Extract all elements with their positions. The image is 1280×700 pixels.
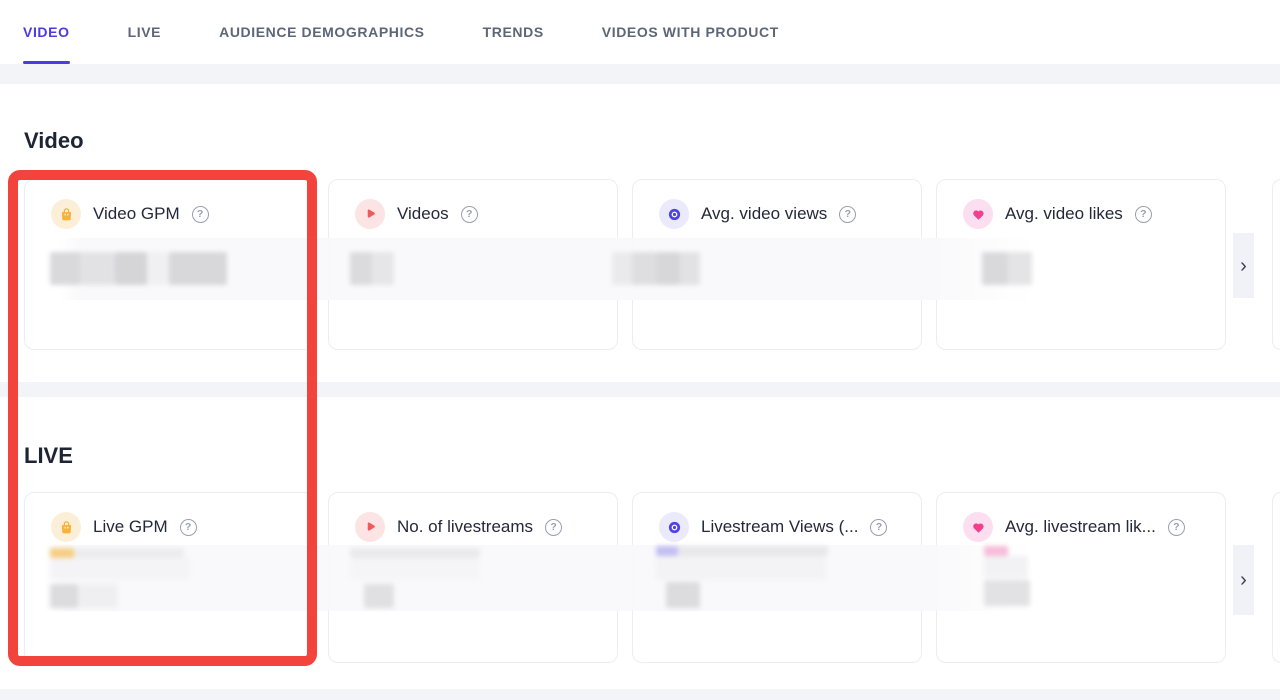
metric-card-live-gpm: Live GPM ? [24,492,314,663]
panel-divider [0,64,1280,84]
carousel-next-button[interactable]: › [1233,545,1254,615]
help-icon[interactable]: ? [180,519,197,536]
card-title: No. of livestreams [397,517,533,537]
views-icon [659,199,689,229]
carousel-next-button[interactable]: › [1233,233,1254,298]
play-icon [355,199,385,229]
shopping-bag-icon [51,199,81,229]
metric-card-avg-video-likes: Avg. video likes ? [936,179,1226,350]
tab-live[interactable]: LIVE [128,0,162,64]
tab-videos-with-product[interactable]: VIDEOS WITH PRODUCT [602,0,779,64]
heart-icon [963,512,993,542]
chevron-right-icon: › [1240,570,1247,590]
live-section: LIVE Live GPM ? [0,397,1280,689]
help-icon[interactable]: ? [870,519,887,536]
help-icon[interactable]: ? [545,519,562,536]
tab-trends[interactable]: TRENDS [483,0,544,64]
metric-card-avg-video-views: Avg. video views ? [632,179,922,350]
video-section: Video Video GPM ? [0,84,1280,382]
video-cards-row: Video GPM ? Videos ? [0,179,1280,350]
help-icon[interactable]: ? [461,206,478,223]
metric-card-videos: Videos ? [328,179,618,350]
help-icon[interactable]: ? [839,206,856,223]
help-icon[interactable]: ? [1135,206,1152,223]
views-icon [659,512,689,542]
tab-video[interactable]: VIDEO [23,0,70,64]
play-icon [355,512,385,542]
tab-audience-demographics[interactable]: AUDIENCE DEMOGRAPHICS [219,0,425,64]
metric-card-avg-livestream-likes: Avg. livestream lik... ? [936,492,1226,663]
card-title: Video GPM [93,204,180,224]
metric-card-video-gpm: Video GPM ? [24,179,314,350]
panel-divider [0,382,1280,397]
card-title: Avg. livestream lik... [1005,517,1156,537]
shopping-bag-icon [51,512,81,542]
chevron-right-icon: › [1240,256,1247,276]
help-icon[interactable]: ? [1168,519,1185,536]
card-title: Avg. video views [701,204,827,224]
tab-bar: VIDEO LIVE AUDIENCE DEMOGRAPHICS TRENDS … [0,0,1280,64]
heart-icon [963,199,993,229]
live-cards-row: Live GPM ? No. of livestreams ? [0,492,1280,663]
metric-card-no-of-livestreams: No. of livestreams ? [328,492,618,663]
video-section-heading: Video [24,84,1280,154]
card-title: Livestream Views (... [701,517,858,537]
help-icon[interactable]: ? [192,206,209,223]
card-title: Live GPM [93,517,168,537]
next-card-sliver [1272,492,1280,663]
metric-card-livestream-views: Livestream Views (... ? [632,492,922,663]
card-title: Videos [397,204,449,224]
next-card-sliver [1272,179,1280,350]
card-title: Avg. video likes [1005,204,1123,224]
live-section-heading: LIVE [24,397,1280,469]
